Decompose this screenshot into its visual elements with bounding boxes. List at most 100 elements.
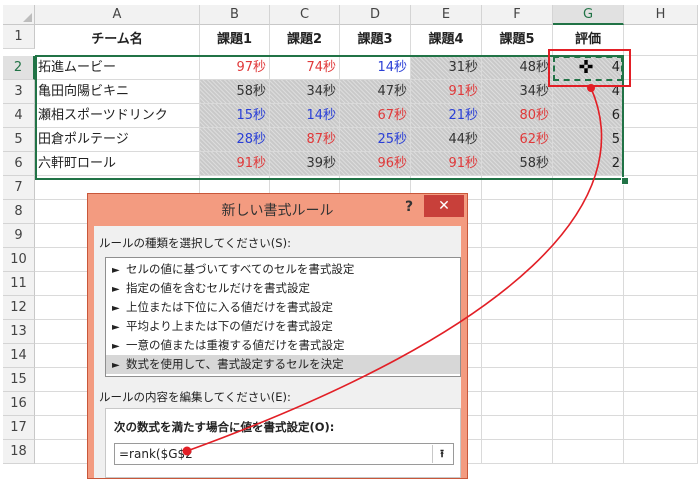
empty-cell[interactable] <box>482 176 553 200</box>
row-header-10[interactable]: 10 <box>3 248 35 272</box>
header-cell-task3[interactable]: 課題3 <box>340 25 411 56</box>
row-header-5[interactable]: 5 <box>3 128 35 152</box>
empty-cell[interactable] <box>553 296 624 320</box>
time-value-cell[interactable]: 39秒 <box>270 152 340 176</box>
row-header-3[interactable]: 3 <box>3 80 35 104</box>
empty-cell[interactable] <box>624 200 698 224</box>
time-value-cell[interactable]: 62秒 <box>482 128 553 152</box>
close-button[interactable]: ✕ <box>424 195 464 217</box>
rating-cell[interactable]: 6 <box>553 104 624 128</box>
empty-cell[interactable] <box>482 392 553 416</box>
empty-cell[interactable] <box>553 344 624 368</box>
empty-cell[interactable] <box>624 296 698 320</box>
time-value-cell[interactable]: 91秒 <box>411 152 482 176</box>
empty-cell[interactable] <box>624 320 698 344</box>
column-header-g[interactable]: G <box>553 5 624 25</box>
time-value-cell[interactable]: 80秒 <box>482 104 553 128</box>
empty-cell[interactable] <box>624 176 698 200</box>
header-cell-team[interactable]: チーム名 <box>35 25 200 56</box>
time-value-cell[interactable]: 31秒 <box>411 56 482 80</box>
rule-type-list[interactable]: ► セルの値に基づいてすべてのセルを書式設定 ► 指定の値を含むセルだけを書式設定 … <box>105 257 461 377</box>
time-value-cell[interactable]: 67秒 <box>340 104 411 128</box>
empty-cell[interactable] <box>624 104 698 128</box>
time-value-cell[interactable]: 87秒 <box>270 128 340 152</box>
column-header-e[interactable]: E <box>411 5 482 25</box>
row-header-6[interactable]: 6 <box>3 152 35 176</box>
time-value-cell[interactable]: 34秒 <box>482 80 553 104</box>
header-cell-task5[interactable]: 課題5 <box>482 25 553 56</box>
column-header-h[interactable]: H <box>624 5 698 25</box>
empty-cell[interactable] <box>482 224 553 248</box>
empty-cell[interactable] <box>624 392 698 416</box>
column-header-f[interactable]: F <box>482 5 553 25</box>
empty-cell[interactable] <box>624 80 698 104</box>
empty-cell[interactable] <box>624 25 698 56</box>
time-value-cell[interactable]: 97秒 <box>200 56 270 80</box>
header-cell-task2[interactable]: 課題2 <box>270 25 340 56</box>
column-header-d[interactable]: D <box>340 5 411 25</box>
row-header-14[interactable]: 14 <box>3 344 35 368</box>
select-all-corner[interactable] <box>3 5 35 25</box>
header-cell-task1[interactable]: 課題1 <box>200 25 270 56</box>
time-value-cell[interactable]: 25秒 <box>340 128 411 152</box>
time-value-cell[interactable]: 14秒 <box>340 56 411 80</box>
header-cell-rating[interactable]: 評価 <box>553 25 624 56</box>
empty-cell[interactable] <box>553 416 624 440</box>
empty-cell[interactable] <box>624 368 698 392</box>
time-value-cell[interactable]: 96秒 <box>340 152 411 176</box>
row-header-1[interactable]: 1 <box>3 25 35 49</box>
empty-cell[interactable] <box>482 272 553 296</box>
time-value-cell[interactable]: 58秒 <box>482 152 553 176</box>
empty-cell[interactable] <box>624 272 698 296</box>
empty-cell[interactable] <box>553 248 624 272</box>
empty-cell[interactable] <box>553 272 624 296</box>
rating-cell[interactable]: 2 <box>553 152 624 176</box>
column-header-a[interactable]: A <box>35 5 200 25</box>
empty-cell[interactable] <box>553 392 624 416</box>
rule-type-item-selected[interactable]: ► 数式を使用して、書式設定するセルを決定 <box>106 355 460 374</box>
empty-cell[interactable] <box>553 368 624 392</box>
rule-type-item[interactable]: ► 平均より上または下の値だけを書式設定 <box>106 317 460 336</box>
time-value-cell[interactable]: 48秒 <box>482 56 553 80</box>
row-header-8[interactable]: 8 <box>3 200 35 224</box>
team-name-cell[interactable]: 田倉ポルテージ <box>35 128 200 152</box>
column-header-c[interactable]: C <box>270 5 340 25</box>
empty-cell[interactable] <box>553 176 624 200</box>
time-value-cell[interactable]: 91秒 <box>200 152 270 176</box>
team-name-cell[interactable]: 瀬相スポーツドリンク <box>35 104 200 128</box>
team-name-cell[interactable]: 亀田向陽ビキニ <box>35 80 200 104</box>
team-name-cell[interactable]: 拓進ムービー <box>35 56 200 80</box>
header-cell-task4[interactable]: 課題4 <box>411 25 482 56</box>
time-value-cell[interactable]: 28秒 <box>200 128 270 152</box>
empty-cell[interactable] <box>482 368 553 392</box>
time-value-cell[interactable]: 21秒 <box>411 104 482 128</box>
row-header-2[interactable]: 2 <box>3 56 35 80</box>
empty-cell[interactable] <box>624 128 698 152</box>
column-header-b[interactable]: B <box>200 5 270 25</box>
row-header-18[interactable]: 18 <box>3 440 35 464</box>
time-value-cell[interactable]: 15秒 <box>200 104 270 128</box>
empty-cell[interactable] <box>482 320 553 344</box>
empty-cell[interactable] <box>482 248 553 272</box>
empty-cell[interactable] <box>624 344 698 368</box>
empty-cell[interactable] <box>624 224 698 248</box>
empty-cell[interactable] <box>482 200 553 224</box>
time-value-cell[interactable]: 58秒 <box>200 80 270 104</box>
team-name-cell[interactable]: 六軒町ロール <box>35 152 200 176</box>
time-value-cell[interactable]: 34秒 <box>270 80 340 104</box>
row-header-12[interactable]: 12 <box>3 296 35 320</box>
rating-cell[interactable]: 4 <box>553 80 624 104</box>
range-collapse-icon[interactable]: ⭱ <box>432 445 451 463</box>
empty-cell[interactable] <box>482 416 553 440</box>
empty-cell[interactable] <box>624 152 698 176</box>
rule-type-item[interactable]: ► 一意の値または重複する値だけを書式設定 <box>106 336 460 355</box>
empty-cell[interactable] <box>482 296 553 320</box>
time-value-cell[interactable]: 74秒 <box>270 56 340 80</box>
empty-cell[interactable] <box>624 56 698 80</box>
rule-type-item[interactable]: ► セルの値に基づいてすべてのセルを書式設定 <box>106 260 460 279</box>
empty-cell[interactable] <box>553 224 624 248</box>
row-header-16[interactable]: 16 <box>3 392 35 416</box>
help-button[interactable]: ? <box>398 196 420 220</box>
rating-cell[interactable]: 5 <box>553 128 624 152</box>
time-value-cell[interactable]: 91秒 <box>411 80 482 104</box>
